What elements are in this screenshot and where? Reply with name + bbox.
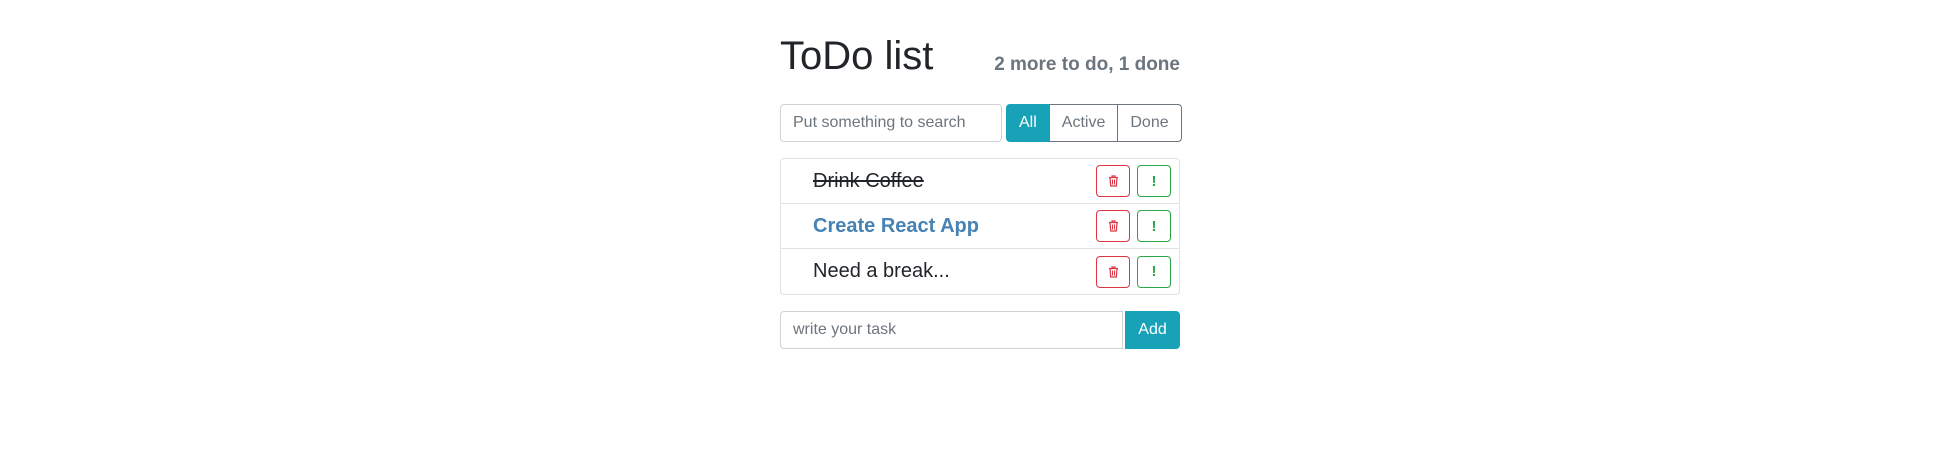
- trash-icon: [1108, 175, 1119, 187]
- todo-app: ToDo list 2 more to do, 1 done All Activ…: [780, 28, 1182, 349]
- trash-icon: [1108, 265, 1119, 278]
- todo-list-item: Need a break... !: [781, 249, 1179, 294]
- add-button[interactable]: Add: [1125, 311, 1180, 349]
- filter-done-button[interactable]: Done: [1117, 104, 1182, 142]
- todo-list-item: Drink Coffee !: [781, 159, 1179, 204]
- page-title: ToDo list: [780, 34, 934, 78]
- item-buttons: !: [1089, 165, 1171, 197]
- task-counter: 2 more to do, 1 done: [994, 54, 1180, 75]
- item-buttons: !: [1089, 255, 1171, 288]
- todo-list: Drink Coffee ! Create React App ! Need a…: [780, 158, 1180, 295]
- new-task-input[interactable]: [780, 311, 1123, 349]
- todo-item-label[interactable]: Create React App: [813, 215, 979, 238]
- todo-list-item: Create React App !: [781, 204, 1179, 249]
- filter-all-button[interactable]: All: [1006, 104, 1050, 142]
- filter-active-button[interactable]: Active: [1048, 104, 1119, 142]
- trash-icon: [1108, 220, 1119, 232]
- delete-button[interactable]: [1096, 255, 1130, 288]
- todo-item-label[interactable]: Drink Coffee: [813, 170, 924, 193]
- search-input[interactable]: [780, 104, 1002, 142]
- mark-important-button[interactable]: !: [1137, 165, 1171, 197]
- delete-button[interactable]: [1096, 210, 1130, 242]
- status-filter: All Active Done: [1006, 104, 1182, 142]
- delete-button[interactable]: [1096, 165, 1130, 197]
- item-buttons: !: [1089, 210, 1171, 242]
- todo-item-label[interactable]: Need a break...: [813, 260, 950, 283]
- search-panel: All Active Done: [780, 104, 1182, 142]
- add-item-form: Add: [780, 311, 1180, 349]
- mark-important-button[interactable]: !: [1137, 255, 1171, 288]
- mark-important-button[interactable]: !: [1137, 210, 1171, 242]
- app-header: ToDo list 2 more to do, 1 done: [780, 28, 1180, 78]
